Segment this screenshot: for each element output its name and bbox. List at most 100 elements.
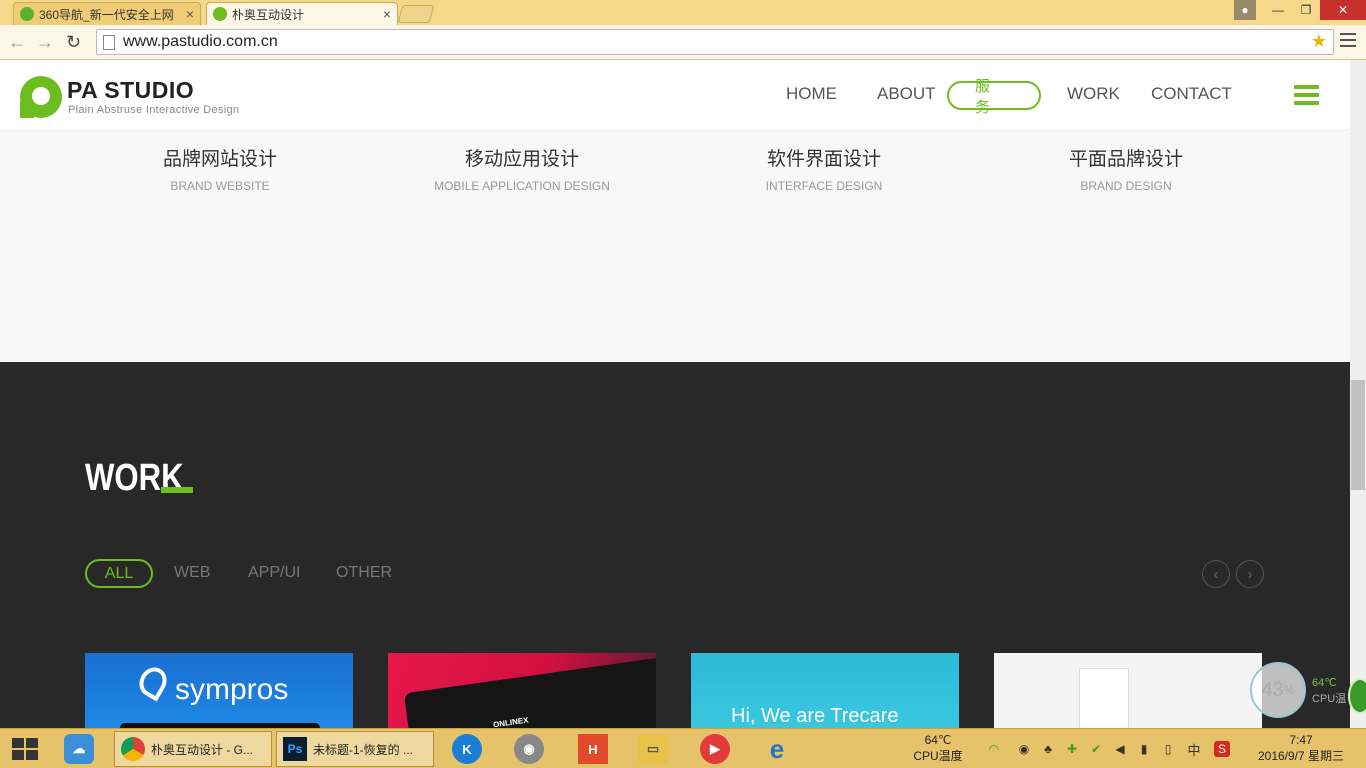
taskbar: ☁ 朴奥互动设计 - G... Ps 未标题-1-恢复的 ... K ◉ H ▭…	[0, 728, 1366, 768]
speed-ball-icon[interactable]	[1348, 678, 1366, 714]
service-title: 移动应用设计	[464, 149, 579, 170]
filter-all[interactable]: ALL	[85, 559, 153, 588]
browser-menu-icon[interactable]	[1340, 33, 1356, 51]
logo-subtitle: Plain Abstruse Interactive Design	[68, 104, 240, 116]
ime-indicator[interactable]: 中	[1186, 741, 1202, 758]
media-tray-icon[interactable]: ◉	[1016, 741, 1032, 757]
product-image	[1079, 668, 1129, 728]
browser-toolbar: ← → ↻ www.pastudio.com.cn ★	[0, 25, 1366, 60]
forward-icon[interactable]: →	[36, 32, 54, 53]
url-text: www.pastudio.com.cn	[123, 33, 278, 50]
taskbar-app-label: 朴奥互动设计 - G...	[151, 742, 254, 757]
pa-logo-icon[interactable]	[20, 76, 62, 118]
cpu-percent: 43	[1261, 678, 1284, 701]
tab-close-icon[interactable]: ×	[383, 6, 391, 22]
service-title: 品牌网站设计	[162, 149, 277, 170]
360-tray-icon[interactable]: ✚	[1064, 741, 1080, 757]
tablet-image	[403, 657, 656, 728]
address-bar[interactable]: www.pastudio.com.cn ★	[96, 29, 1334, 55]
browser-tab-strip: 360导航_新一代安全上网 × 朴奥互动设计 × ● — ❐ ✕	[0, 0, 1366, 25]
work-thumbnail-trecare[interactable]: Hi, We are Trecare	[691, 653, 959, 728]
browser-tab-360[interactable]: 360导航_新一代安全上网 ×	[13, 2, 201, 25]
service-subtitle: INTERFACE DESIGN	[765, 179, 883, 193]
nav-home[interactable]: HOME	[786, 84, 837, 104]
new-tab-button[interactable]	[397, 5, 435, 23]
service-subtitle: MOBILE APPLICATION DESIGN	[434, 179, 610, 193]
minimize-button[interactable]: —	[1264, 0, 1292, 20]
nav-work[interactable]: WORK	[1067, 84, 1120, 104]
wifi-tray-icon[interactable]: ◠	[986, 741, 1002, 757]
media-player-icon[interactable]: ▶	[700, 734, 730, 764]
work-heading: WORK	[85, 457, 184, 499]
logo-title[interactable]: PA STUDIO	[67, 77, 194, 104]
sympros-logo-icon	[134, 662, 172, 702]
service-subtitle: BRAND DESIGN	[1080, 179, 1172, 193]
work-thumbnail-onlinex[interactable]: ONLINEX	[388, 653, 656, 728]
page-scrollbar[interactable]	[1350, 60, 1366, 728]
chrome-icon	[121, 737, 145, 761]
filter-app-ui[interactable]: APP/UI	[248, 564, 300, 582]
work-thumbnail-product[interactable]	[994, 653, 1262, 728]
service-interface[interactable]: 软件界面设计 INTERFACE DESIGN	[674, 144, 974, 193]
tab-title: 360导航_新一代安全上网	[39, 7, 174, 22]
cpu-percent-unit: %	[1283, 683, 1295, 697]
service-mobile-app[interactable]: 移动应用设计 MOBILE APPLICATION DESIGN	[372, 144, 672, 193]
filter-other[interactable]: OTHER	[336, 564, 392, 582]
scrollbar-thumb[interactable]	[1351, 380, 1365, 490]
file-explorer-icon[interactable]: ▭	[638, 734, 668, 764]
cpu-widget-label: CPU温	[1312, 693, 1347, 705]
360-icon	[20, 7, 34, 21]
clock[interactable]: 7:47 2016/9/7 星期三	[1246, 733, 1356, 764]
clock-time: 7:47	[1289, 733, 1313, 747]
work-thumbnail-sympros[interactable]: sympros	[85, 653, 353, 728]
nav-services[interactable]: 服 务	[947, 78, 1041, 116]
pastudio-favicon-icon	[213, 7, 227, 21]
reload-icon[interactable]: ↻	[66, 32, 81, 53]
windows-start-icon[interactable]	[12, 738, 38, 760]
bookmark-star-icon[interactable]: ★	[1311, 31, 1327, 52]
security-tray-icon[interactable]: ✔	[1088, 741, 1104, 757]
sogou-ime-icon[interactable]: S	[1214, 741, 1230, 757]
user-icon[interactable]: ●	[1234, 0, 1256, 20]
internet-explorer-icon[interactable]: e	[762, 734, 792, 764]
taskbar-app-photoshop[interactable]: Ps 未标题-1-恢复的 ...	[276, 731, 434, 767]
taskbar-app-chrome[interactable]: 朴奥互动设计 - G...	[114, 731, 272, 767]
page-icon	[103, 34, 115, 50]
tab-title: 朴奥互动设计	[232, 7, 305, 22]
kugou-icon[interactable]: K	[452, 734, 482, 764]
cpu-usage-widget[interactable]: 43%	[1250, 662, 1306, 718]
service-brand-website[interactable]: 品牌网站设计 BRAND WEBSITE	[70, 144, 370, 193]
thumbnail-text: Hi, We are Trecare	[731, 705, 899, 727]
video-player-icon[interactable]: ◉	[514, 734, 544, 764]
network-tray-icon[interactable]: ♣	[1040, 741, 1056, 757]
site-header: PA STUDIO Plain Abstruse Interactive Des…	[0, 60, 1350, 131]
screen: 360导航_新一代安全上网 × 朴奥互动设计 × ● — ❐ ✕ ← → ↻ w…	[0, 0, 1366, 768]
next-arrow-icon[interactable]: ›	[1236, 560, 1264, 588]
device-tray-icon[interactable]: ▯	[1160, 741, 1176, 757]
browser-tab-pastudio[interactable]: 朴奥互动设计 ×	[206, 2, 398, 25]
restore-button[interactable]: ❐	[1292, 0, 1320, 20]
work-section: WORK ALL WEB APP/UI OTHER ‹ › sympros ON…	[0, 362, 1350, 728]
back-icon[interactable]: ←	[8, 32, 26, 53]
tab-close-icon[interactable]: ×	[186, 6, 194, 22]
service-brand-design[interactable]: 平面品牌设计 BRAND DESIGN	[976, 144, 1276, 193]
thumbnail-text: sympros	[175, 673, 289, 706]
signal-tray-icon[interactable]: ▮	[1136, 741, 1152, 757]
service-title: 平面品牌设计	[1068, 149, 1183, 170]
prev-arrow-icon[interactable]: ‹	[1202, 560, 1230, 588]
nav-about[interactable]: ABOUT	[877, 84, 936, 104]
hbuilder-icon[interactable]: H	[578, 734, 608, 764]
baidu-cloud-icon[interactable]: ☁	[64, 734, 94, 764]
web-page: PA STUDIO Plain Abstruse Interactive Des…	[0, 60, 1350, 728]
cpu-widget-info: 64℃ CPU温	[1312, 675, 1346, 707]
nav-contact[interactable]: CONTACT	[1151, 84, 1232, 104]
filter-web[interactable]: WEB	[174, 564, 210, 582]
cpu-temp-value: 64℃	[924, 733, 952, 747]
close-button[interactable]: ✕	[1320, 0, 1366, 20]
service-title: 软件界面设计	[766, 149, 881, 170]
service-subtitle: BRAND WEBSITE	[170, 179, 270, 193]
clock-date: 2016/9/7 星期三	[1257, 749, 1345, 763]
cpu-temp-label: CPU温度	[913, 749, 963, 763]
hamburger-menu-icon[interactable]	[1294, 85, 1319, 109]
volume-tray-icon[interactable]: ◀	[1112, 741, 1128, 757]
